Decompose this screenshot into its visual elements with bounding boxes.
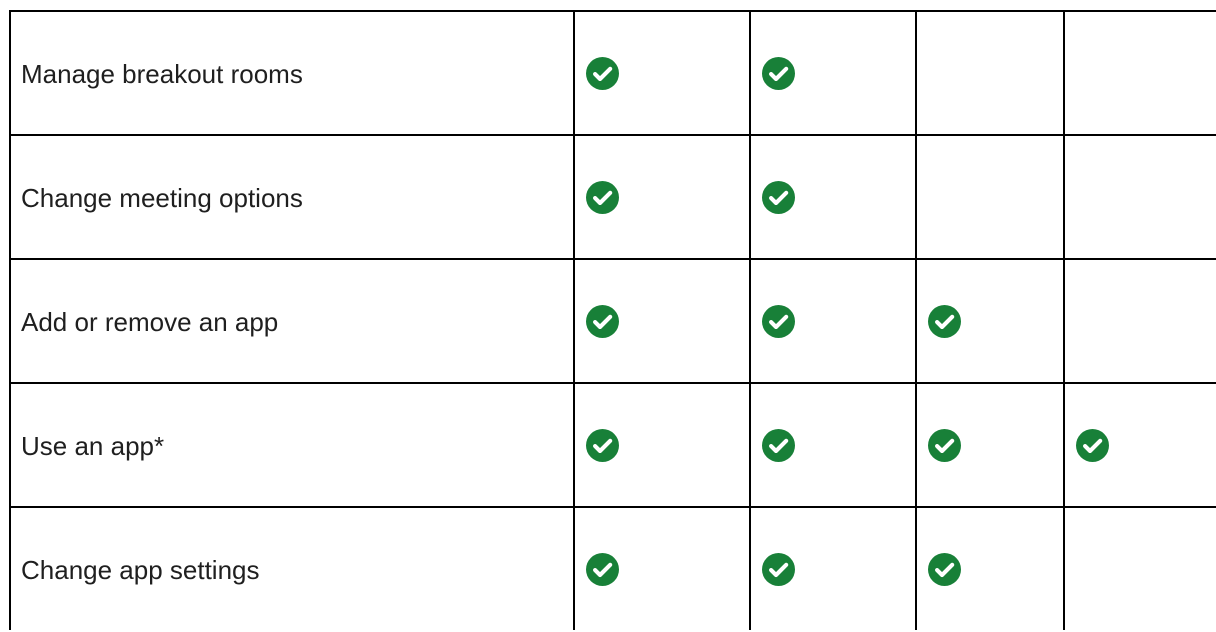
check-circle-icon <box>762 429 795 462</box>
check-circle-icon <box>586 57 619 90</box>
check-circle-icon <box>928 305 961 338</box>
row-label-change-meeting-options: Change meeting options <box>21 183 303 213</box>
check-circle-icon <box>762 181 795 214</box>
check-circle-icon <box>928 429 961 462</box>
table-row: Change app settings <box>0 508 1216 632</box>
check-circle-icon <box>762 305 795 338</box>
table-row: Manage breakout rooms <box>0 12 1216 136</box>
row-label-change-app-settings: Change app settings <box>21 555 260 585</box>
check-circle-icon <box>762 57 795 90</box>
check-circle-icon <box>586 305 619 338</box>
check-circle-icon <box>586 181 619 214</box>
check-circle-icon <box>586 429 619 462</box>
table-row: Use an app* <box>0 384 1216 508</box>
check-circle-icon <box>586 553 619 586</box>
row-label-manage-breakout-rooms: Manage breakout rooms <box>21 59 303 89</box>
table-row: Add or remove an app <box>0 260 1216 384</box>
permissions-table: Manage breakout rooms Change meeting opt… <box>0 0 1216 630</box>
row-label-use-an-app: Use an app* <box>21 431 165 461</box>
check-circle-icon <box>928 553 961 586</box>
table-row: Change meeting options <box>0 136 1216 260</box>
check-circle-icon <box>1076 429 1109 462</box>
row-label-add-or-remove-an-app: Add or remove an app <box>21 307 279 337</box>
check-circle-icon <box>762 553 795 586</box>
